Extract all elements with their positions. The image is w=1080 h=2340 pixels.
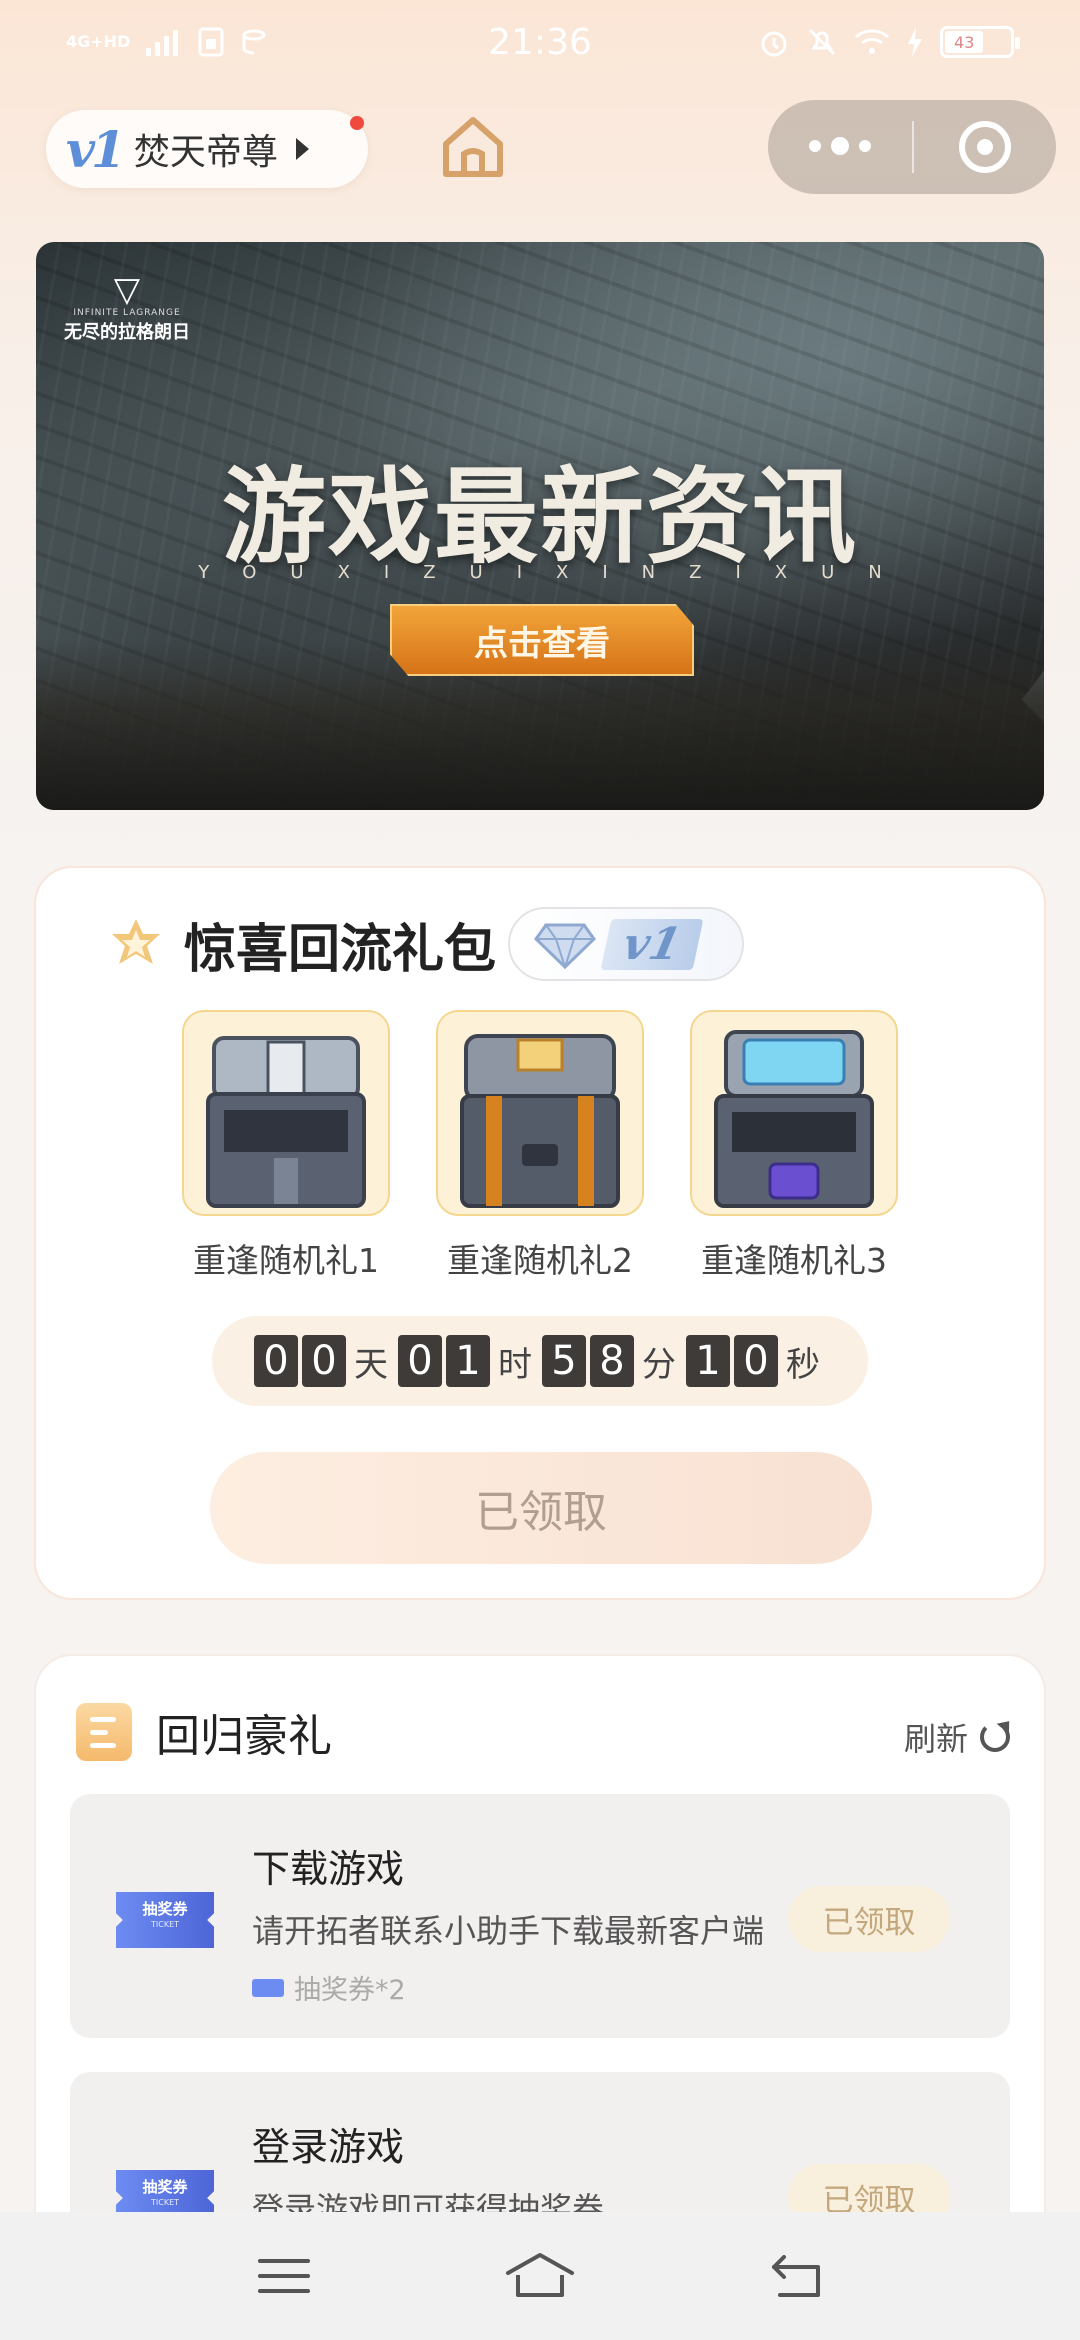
network-indicator: 4G+HD <box>66 32 131 51</box>
sim-card-icon <box>198 27 224 57</box>
task-item: 抽奖券 TICKET 下载游戏 请开拓者联系小助手下载最新客户端 抽奖券*2 已… <box>70 1794 1010 2038</box>
ticket-sub: TICKET <box>150 2198 180 2207</box>
view-news-button[interactable]: 点击查看 <box>390 604 694 676</box>
document-icon <box>76 1703 132 1761</box>
vip-level-logo: v1 <box>66 119 126 179</box>
task-title: 登录游戏 <box>252 2125 405 2169</box>
task-reward: 抽奖券*2 <box>252 1968 406 2007</box>
countdown-digit: 5 <box>542 1335 586 1387</box>
mini-program-capsule <box>768 100 1056 194</box>
data-icon <box>242 29 266 55</box>
task-description: 请开拓者联系小助手下载最新客户端 <box>252 1912 765 1950</box>
claim-gift-button[interactable]: 已领取 <box>210 1452 872 1564</box>
gift-label: 重逢随机礼1 <box>193 1241 379 1280</box>
more-dots-icon[interactable] <box>768 136 912 155</box>
countdown-digit: 0 <box>302 1335 346 1387</box>
gift-pack-header: 惊喜回流礼包 v1 <box>108 904 745 984</box>
gift-list: 重逢随机礼1 重逢随机礼2 重逢随机礼3 <box>182 1010 898 1282</box>
countdown-unit: 时 <box>498 1344 532 1385</box>
status-left: 4G+HD <box>66 27 270 57</box>
ticket-label: 抽奖券 <box>142 1900 188 1918</box>
chest-blue-icon <box>714 1030 874 1208</box>
countdown-digit: 0 <box>734 1335 778 1387</box>
battery-indicator: 43 <box>940 26 1020 58</box>
mute-icon <box>808 28 836 56</box>
user-profile-pill[interactable]: v1 焚天帝尊 <box>46 110 368 188</box>
news-banner[interactable]: ▽ INFINITE LAGRANGE 无尽的拉格朗日 游戏最新资讯 YOUXI… <box>36 242 1044 810</box>
gift-item[interactable]: 重逢随机礼1 <box>182 1010 390 1282</box>
task-claim-button[interactable]: 已领取 <box>788 1886 950 1952</box>
ticket-sub: TICKET <box>150 1920 180 1929</box>
gift-box-image <box>182 1010 390 1216</box>
charging-icon <box>908 27 922 57</box>
rewards-header: 回归豪礼 <box>76 1700 332 1764</box>
menu-icon[interactable] <box>256 2255 312 2297</box>
countdown-unit: 秒 <box>786 1344 820 1385</box>
game-logo: ▽ INFINITE LAGRANGE 无尽的拉格朗日 <box>62 272 192 344</box>
diamond-icon <box>534 923 596 969</box>
banner-pinyin: YOUXIZUIXINZIXUN <box>198 562 916 583</box>
close-button[interactable] <box>914 121 1056 173</box>
chest-orange-icon <box>460 1034 620 1208</box>
ticket-label: 抽奖券 <box>142 2178 188 2196</box>
countdown-unit: 天 <box>354 1344 388 1385</box>
countdown-timer: 0 0 天 0 1 时 5 8 分 1 0 秒 <box>212 1316 868 1406</box>
gift-item[interactable]: 重逢随机礼3 <box>690 1010 898 1282</box>
chest-gray-icon <box>206 1036 366 1208</box>
game-logo-name: 无尽的拉格朗日 <box>64 322 190 343</box>
star-icon <box>112 919 160 964</box>
clock: 21:36 <box>488 21 592 63</box>
banner-title: 游戏最新资讯 <box>221 456 858 578</box>
ticket-icon <box>252 1978 284 1997</box>
return-gift-pack-card: 惊喜回流礼包 v1 重逢随机礼1 重逢随机礼2 重逢随机礼3 0 0 天 0 1… <box>36 868 1044 1598</box>
home-icon[interactable] <box>504 2251 576 2301</box>
countdown-digit: 8 <box>590 1335 634 1387</box>
ticket-icon: 抽奖券 TICKET <box>116 1892 214 1948</box>
vip-level-badge: v1 <box>508 907 745 981</box>
notification-dot <box>350 116 364 130</box>
countdown-unit: 分 <box>642 1344 676 1385</box>
countdown-digit: 0 <box>254 1335 298 1387</box>
system-nav-bar <box>0 2212 1080 2340</box>
caret-right-icon <box>295 138 309 160</box>
home-icon[interactable] <box>436 110 510 184</box>
game-logo-sub: INFINITE LAGRANGE <box>73 308 181 318</box>
task-title: 下载游戏 <box>252 1847 405 1891</box>
alarm-icon <box>761 31 787 57</box>
countdown-digit: 1 <box>446 1335 490 1387</box>
refresh-button[interactable]: 刷新 <box>904 1714 1010 1760</box>
gift-box-image <box>690 1010 898 1216</box>
battery-level: 43 <box>945 31 984 53</box>
back-icon[interactable] <box>768 2253 824 2299</box>
rewards-title: 回归豪礼 <box>156 1711 332 1762</box>
countdown-digit: 1 <box>686 1335 730 1387</box>
gift-item[interactable]: 重逢随机礼2 <box>436 1010 644 1282</box>
gift-label: 重逢随机礼3 <box>701 1241 887 1280</box>
countdown-digit: 0 <box>398 1335 442 1387</box>
wifi-icon <box>855 29 889 54</box>
task-reward-label: 抽奖券*2 <box>294 1975 406 2006</box>
vip-badge-level: v1 <box>600 918 704 970</box>
refresh-icon <box>980 1722 1010 1752</box>
gift-label: 重逢随机礼2 <box>447 1241 633 1280</box>
gift-box-image <box>436 1010 644 1216</box>
user-name: 焚天帝尊 <box>133 132 278 173</box>
status-bar: 4G+HD 21:36 43 <box>0 0 1080 84</box>
logo-mark-icon: ▽ <box>113 270 141 310</box>
target-close-icon <box>959 121 1011 173</box>
signal-icon <box>146 30 179 56</box>
status-right: 43 <box>758 26 1020 58</box>
gift-pack-title: 惊喜回流礼包 <box>184 919 497 980</box>
refresh-label: 刷新 <box>903 1720 968 1758</box>
